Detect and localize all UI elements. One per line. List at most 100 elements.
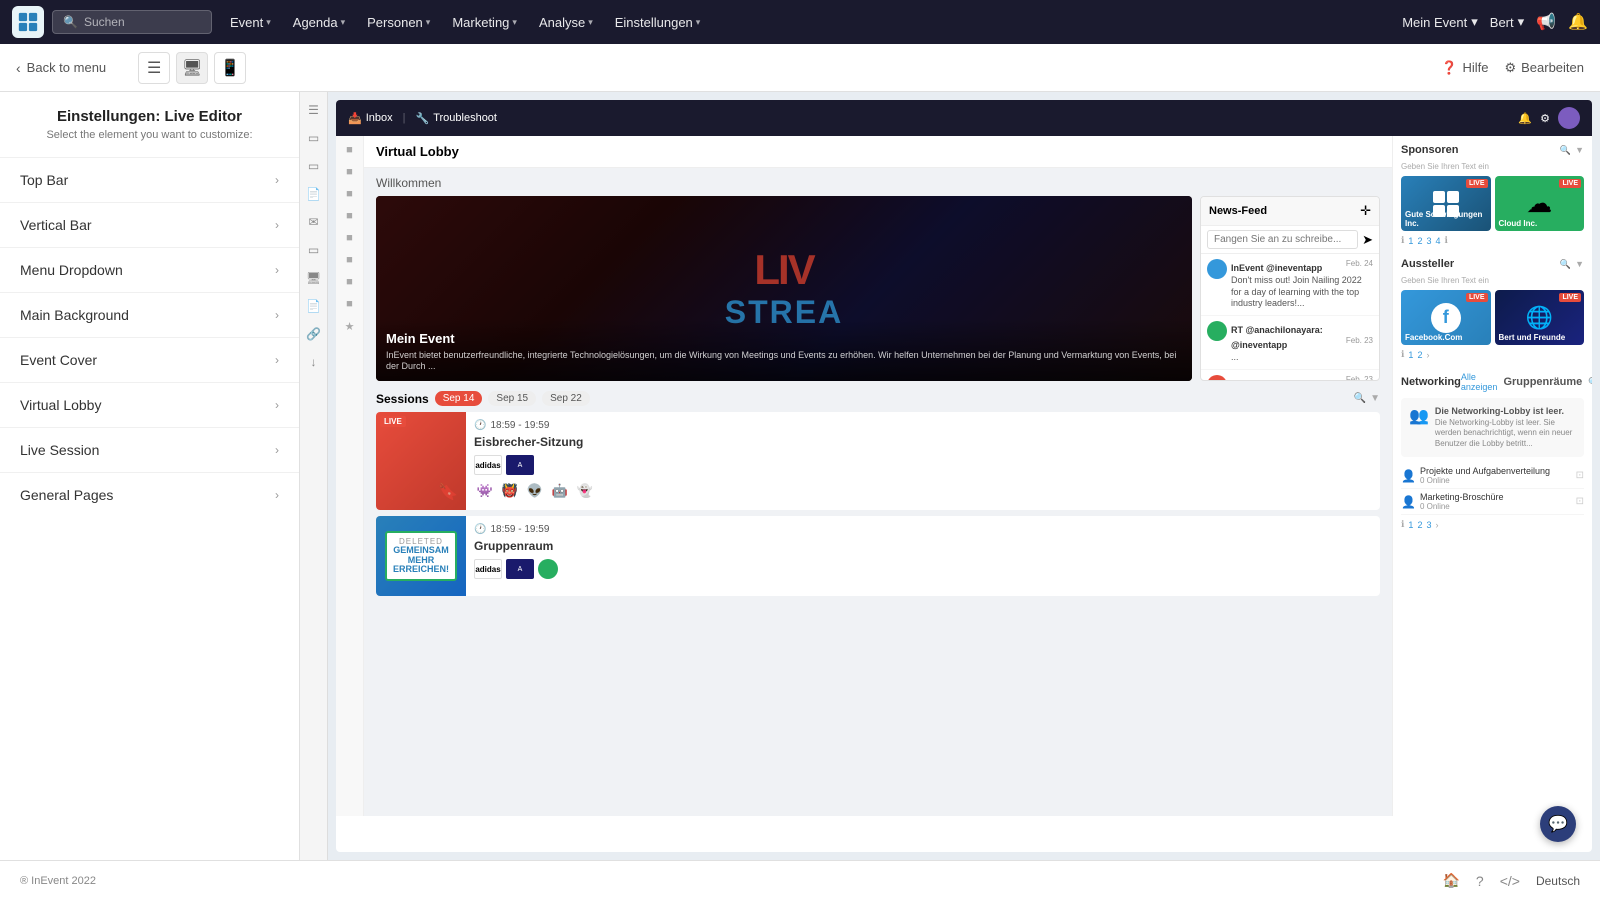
sessions-search-icon[interactable]: 🔍 [1354,393,1366,404]
tool-icon-1[interactable]: ☰ [304,100,324,120]
sessions-date-tab-1[interactable]: Sep 14 [435,391,483,406]
compose-input[interactable] [1207,230,1358,249]
inbox-icon: 📥 [348,112,362,125]
panel-icon-6[interactable]: ■ [346,254,353,266]
tool-icon-6[interactable]: ▭ [304,240,324,260]
sponsor-card-2[interactable]: ☁ LIVE Cloud Inc. [1495,176,1585,231]
search-box[interactable]: 🔍 [52,10,212,34]
grup-page-1[interactable]: 1 [1408,520,1413,530]
sessions-filter-icon[interactable]: ▼ [1370,393,1380,404]
main-video-row: LIV STREA Mein Event InEvent bietet benu… [376,196,1380,381]
sponsors-grid: LIVE Gute Schwingungen Inc. ☁ LIVE Cloud… [1401,176,1584,231]
networking-view-all[interactable]: Alle anzeigen [1461,372,1498,392]
desktop-view-button[interactable]: 🖥 [176,52,208,84]
page-1[interactable]: 1 [1408,236,1413,246]
panel-icon-1[interactable]: ■ [346,144,353,156]
page-4[interactable]: 4 [1435,236,1440,246]
sponsors-search-icon[interactable]: 🔍 [1560,145,1571,156]
session-logos-1: adidas A [474,455,1372,475]
sessions-date-tab-2[interactable]: Sep 15 [488,391,536,406]
sidebar-item-general-pages[interactable]: General Pages › [0,472,299,517]
nav-item-analyse[interactable]: Analyse ▾ [529,9,603,36]
bookmark-icon[interactable]: 🔖 [438,482,458,502]
networking-search-icon[interactable]: 🔍 [1588,377,1592,388]
networking-icon: 👥 [1409,406,1429,426]
live-word: LIV [754,246,813,294]
megaphone-icon[interactable]: 📢 [1536,12,1556,32]
video-overlay: Mein Event InEvent bietet benutzerfreund… [376,319,1192,381]
bearbeiten-button[interactable]: ⚙ Bearbeiten [1504,60,1584,76]
gruppe-count-1: 0 Online [1420,476,1550,485]
page-3[interactable]: 3 [1426,236,1431,246]
sessions-date-tab-3[interactable]: Sep 22 [542,391,590,406]
question-icon[interactable]: ? [1476,873,1484,889]
mobile-view-button[interactable]: 📱 [214,52,246,84]
session-thumbnail-2: DELETED GEMEINSAMMEHRERREICHEN! [376,516,466,596]
panel-icon-8[interactable]: ■ [346,298,353,310]
aussteller-pagination: ℹ 1 2 › [1401,349,1584,360]
send-icon[interactable]: ➤ [1362,232,1373,248]
grup-page-3[interactable]: 3 [1426,520,1431,530]
tool-icon-8[interactable]: 📄 [304,296,324,316]
panel-icon-3[interactable]: ■ [346,188,353,200]
aussteller-card-2[interactable]: 🌐 LIVE Bert und Freunde [1495,290,1585,345]
aussteller-placeholder: Geben Sie Ihren Text ein [1401,276,1584,285]
aussteller-filter-icon[interactable]: ▼ [1575,259,1584,270]
forward-icon[interactable]: › [1426,350,1429,360]
nav-item-personen[interactable]: Personen ▾ [357,9,440,36]
nav-item-einstellungen[interactable]: Einstellungen ▾ [605,9,711,36]
sidebar-item-menu-dropdown[interactable]: Menu Dropdown › [0,247,299,292]
clock-icon: 🕐 [474,420,486,431]
sidebar-item-main-background[interactable]: Main Background › [0,292,299,337]
tool-icon-4[interactable]: 📄 [304,184,324,204]
nav-item-marketing[interactable]: Marketing ▾ [442,9,527,36]
panel-icon-7[interactable]: ■ [346,276,353,288]
panel-icon-4[interactable]: ■ [346,210,353,222]
sidebar-item-vertical-bar[interactable]: Vertical Bar › [0,202,299,247]
nav-item-event[interactable]: Event ▾ [220,9,281,36]
nav-mein-event[interactable]: Mein Event ▾ [1402,14,1478,30]
chat-bubble-button[interactable]: 💬 [1540,806,1576,842]
tool-icon-3[interactable]: ▭ [304,156,324,176]
tool-icon-7[interactable]: 🖥 [304,268,324,288]
tool-icon-10[interactable]: ↓ [304,352,324,372]
networking-title: Networking [1401,376,1461,388]
aus-page-2[interactable]: 2 [1417,350,1422,360]
tool-icon-9[interactable]: 🔗 [304,324,324,344]
gruppe-toggle-1[interactable]: ⊡ [1576,470,1584,481]
hamburger-button[interactable]: ☰ [138,52,170,84]
aus-page-1[interactable]: 1 [1408,350,1413,360]
back-to-menu-button[interactable]: ‹ Back to menu [16,60,106,76]
sidebar-item-live-session[interactable]: Live Session › [0,427,299,472]
sidebar-title: Einstellungen: Live Editor [0,108,299,125]
panel-icon-5[interactable]: ■ [346,232,353,244]
nav-item-agenda[interactable]: Agenda ▾ [283,9,355,36]
aussteller-card-1[interactable]: f LIVE Facebook.Com [1401,290,1491,345]
sidebar-item-top-bar[interactable]: Top Bar › [0,157,299,202]
sidebar-item-virtual-lobby[interactable]: Virtual Lobby › [0,382,299,427]
code-icon[interactable]: </> [1500,873,1520,889]
grup-page-2[interactable]: 2 [1417,520,1422,530]
bell-icon[interactable]: 🔔 [1568,12,1588,32]
forward-icon-2[interactable]: › [1435,520,1438,530]
page-2[interactable]: 2 [1417,236,1422,246]
tool-icon-2[interactable]: ▭ [304,128,324,148]
footer-brand: ® InEvent 2022 [20,875,96,887]
sidebar-item-event-cover[interactable]: Event Cover › [0,337,299,382]
app-logo[interactable] [12,6,44,38]
preview-avatar [1558,107,1580,129]
search-input[interactable] [84,15,201,29]
home-icon[interactable]: 🏠 [1442,872,1459,889]
help-button[interactable]: ❓ Hilfe [1441,60,1488,76]
panel-icon-9[interactable]: ★ [345,320,355,333]
nav-bert[interactable]: Bert ▾ [1490,14,1524,30]
sponsor-card-1[interactable]: LIVE Gute Schwingungen Inc. [1401,176,1491,231]
panel-icon-2[interactable]: ■ [346,166,353,178]
aussteller-search-icon[interactable]: 🔍 [1560,259,1571,270]
newsfeed-expand-icon[interactable]: ✛ [1360,203,1371,219]
sponsors-filter-icon[interactable]: ▼ [1575,145,1584,156]
footer-language[interactable]: Deutsch [1536,874,1580,888]
tool-icon-5[interactable]: ✉ [304,212,324,232]
gruppe-toggle-2[interactable]: ⊡ [1576,496,1584,507]
preview-tools: ☰ ▭ ▭ 📄 ✉ ▭ 🖥 📄 🔗 ↓ [300,92,328,860]
